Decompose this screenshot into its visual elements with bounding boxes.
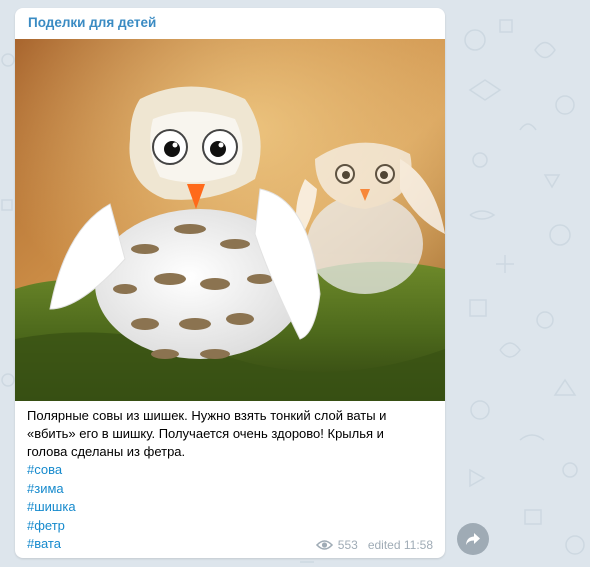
post-photo[interactable] (15, 39, 445, 401)
hashtag-link[interactable]: #сова (27, 461, 437, 480)
message-meta: 553 edited 11:58 (315, 538, 433, 552)
channel-name-link[interactable]: Поделки для детей (28, 15, 156, 30)
hashtag-link[interactable]: #фетр (27, 517, 437, 536)
post-text: Полярные совы из шишек. Нужно взять тонк… (27, 407, 437, 554)
post-text-line: «вбить» его в шишку. Получается очень зд… (27, 426, 384, 441)
share-button[interactable] (457, 523, 489, 555)
edited-timestamp: edited 11:58 (367, 538, 433, 552)
channel-post-message[interactable]: Поделки для детей Полярные совы из шишек… (15, 8, 445, 558)
post-text-line: голова сделаны из фетра. (27, 444, 186, 459)
eye-icon (315, 540, 333, 550)
share-arrow-icon (466, 533, 480, 545)
post-text-line: Полярные совы из шишек. Нужно взять тонк… (27, 408, 387, 423)
hashtag-link[interactable]: #зима (27, 480, 437, 499)
views-count: 553 (337, 538, 358, 552)
hashtag-link[interactable]: #шишка (27, 498, 437, 517)
